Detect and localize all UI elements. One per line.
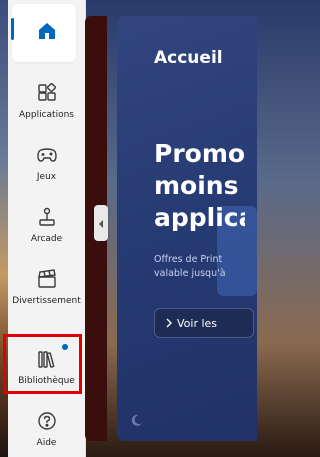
moon-icon: [130, 412, 144, 431]
sidebar-item-jeux[interactable]: Jeux: [12, 142, 81, 182]
sidebar-item-aide[interactable]: Aide: [12, 408, 81, 448]
sidebar-item-label: Arcade: [30, 234, 63, 244]
see-more-button[interactable]: Voir les: [154, 308, 254, 338]
gamepad-icon: [34, 142, 60, 168]
chevron-left-icon: [97, 214, 105, 233]
collapse-pane-button[interactable]: [94, 205, 108, 241]
sidebar-item-label: Jeux: [36, 172, 57, 182]
apps-icon: [34, 80, 60, 106]
sidebar-item-label: Aide: [36, 438, 57, 448]
home-icon: [34, 18, 60, 44]
promo-title: Promot moins 3 applica: [154, 138, 245, 234]
promo-title-line: applica: [154, 203, 245, 232]
promo-title-line: moins 3: [154, 171, 245, 200]
help-icon: [34, 408, 60, 434]
sidebar-item-home[interactable]: [12, 18, 81, 44]
chevron-right-icon: [164, 317, 174, 332]
sidebar-item-applications[interactable]: Applications: [12, 80, 81, 120]
promo-subtitle: Offres de Print valable jusqu'à: [154, 253, 245, 281]
sidebar-item-arcade[interactable]: Arcade: [12, 204, 81, 244]
sidebar-item-label: Divertissement: [12, 296, 81, 306]
page-title: Accueil: [154, 48, 223, 68]
joystick-icon: [34, 204, 60, 230]
sidebar-item-label: Applications: [19, 110, 74, 120]
promo-subtitle-line: valable jusqu'à: [154, 268, 226, 279]
see-more-label: Voir les: [177, 316, 218, 330]
promo-title-line: Promot: [154, 139, 245, 168]
clapperboard-icon: [34, 266, 60, 292]
highlight-box: [3, 334, 82, 394]
promo-subtitle-line: Offres de Print: [154, 254, 223, 265]
sidebar-item-divertissement[interactable]: Divertissement: [12, 266, 81, 306]
